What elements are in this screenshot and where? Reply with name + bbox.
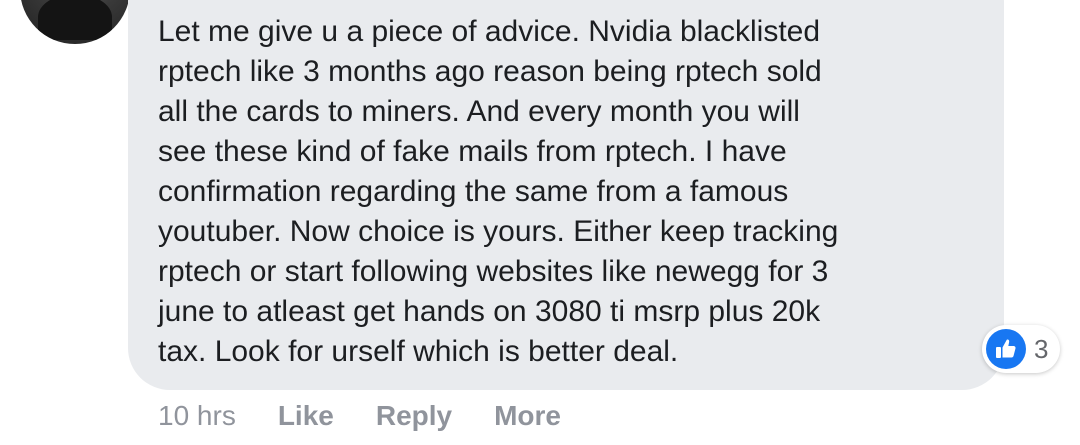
like-icon (986, 329, 1026, 369)
comment-actions: 10 hrs Like Reply More (158, 398, 603, 434)
avatar-silhouette (38, 0, 112, 40)
timestamp[interactable]: 10 hrs (158, 400, 236, 432)
more-button[interactable]: More (494, 400, 561, 432)
reply-button[interactable]: Reply (376, 400, 452, 432)
comment-text: Let me give u a piece of advice. Nvidia … (158, 15, 839, 368)
reaction-count: 3 (1034, 333, 1049, 364)
like-button[interactable]: Like (278, 400, 334, 432)
avatar[interactable] (20, 0, 130, 44)
reaction-summary[interactable]: 3 (982, 325, 1061, 373)
